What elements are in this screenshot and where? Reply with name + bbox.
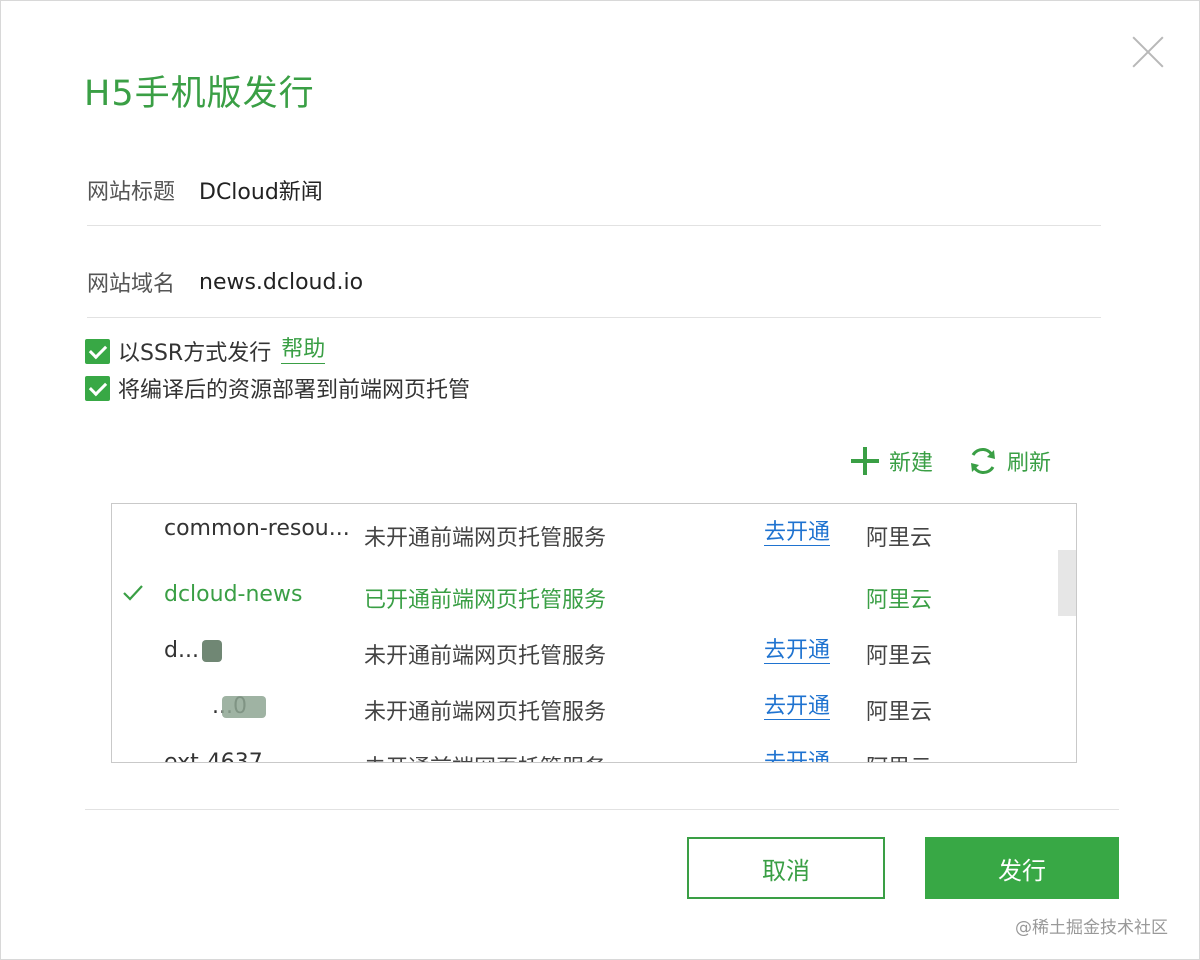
refresh-button[interactable]: 刷新: [967, 445, 1051, 477]
activate-link[interactable]: 去开通: [764, 520, 831, 547]
ssr-option: 以SSR方式发行 帮助: [85, 335, 326, 367]
space-name: common-resou...: [164, 516, 350, 541]
site-domain-input[interactable]: [199, 269, 899, 295]
space-toolbar: 新建 刷新: [849, 445, 1051, 477]
ssr-label: 以SSR方式发行: [118, 341, 272, 366]
deploy-label: 将编译后的资源部署到前端网页托管: [118, 378, 471, 403]
site-title-row: 网站标题: [87, 167, 1101, 213]
space-status: 未开通前端网页托管服务: [364, 750, 606, 762]
publish-button[interactable]: 发行: [925, 837, 1119, 899]
space-name: dcloud-news: [164, 582, 303, 607]
watermark: @稀土掘金技术社区: [1015, 918, 1168, 938]
site-domain-row: 网站域名: [87, 259, 1101, 305]
publish-dialog: H5手机版发行 网站标题 网站域名 以SSR方式发行 帮助 将编译后的资源部署到…: [0, 0, 1200, 960]
space-row[interactable]: common-resou... 未开通前端网页托管服务 去开通 阿里云: [112, 512, 1058, 568]
deploy-checkbox[interactable]: [85, 375, 110, 401]
space-provider: 阿里云: [866, 644, 933, 669]
activate-link[interactable]: 去开通: [764, 638, 831, 665]
space-row-selected[interactable]: dcloud-news 已开通前端网页托管服务 阿里云: [112, 568, 1058, 624]
activate-link[interactable]: 去开通: [764, 694, 831, 721]
dialog-title: H5手机版发行: [84, 74, 315, 114]
space-provider: 阿里云: [866, 526, 933, 551]
space-row[interactable]: ext-4637 未开通前端网页托管服务 去开通 阿里云: [112, 736, 1058, 763]
site-title-label: 网站标题: [87, 180, 176, 205]
divider: [87, 317, 1101, 318]
site-title-input[interactable]: [199, 177, 899, 203]
space-status: 未开通前端网页托管服务: [364, 526, 607, 551]
new-space-label: 新建: [889, 451, 934, 476]
deploy-option: 将编译后的资源部署到前端网页托管: [85, 372, 470, 404]
ssr-checkbox[interactable]: [85, 338, 110, 364]
space-row[interactable]: ...0 未开通前端网页托管服务 去开通 阿里云: [112, 680, 1058, 736]
ssr-help-link[interactable]: 帮助: [281, 338, 326, 364]
refresh-label: 刷新: [1007, 451, 1052, 476]
space-status: 未开通前端网页托管服务: [364, 644, 607, 669]
space-provider: 阿里云: [866, 588, 933, 613]
space-row[interactable]: d... 未开通前端网页托管服务 去开通 阿里云: [112, 624, 1058, 680]
scrollbar-thumb[interactable]: [1058, 550, 1076, 616]
redaction-mark: [202, 640, 222, 662]
space-provider: 阿里云: [866, 750, 932, 762]
space-name: ext-4637: [164, 750, 263, 763]
checkmark-icon: [122, 582, 144, 604]
footer-divider: [85, 809, 1119, 810]
space-status: 未开通前端网页托管服务: [364, 700, 607, 725]
cancel-button[interactable]: 取消: [687, 837, 885, 899]
activate-link[interactable]: 去开通: [764, 750, 830, 762]
space-status: 已开通前端网页托管服务: [364, 588, 607, 613]
space-list[interactable]: common-resou... 未开通前端网页托管服务 去开通 阿里云 dclo…: [111, 503, 1077, 763]
close-icon[interactable]: [1131, 35, 1165, 69]
refresh-icon: [971, 448, 996, 474]
site-domain-label: 网站域名: [87, 272, 176, 297]
redaction-mark: [222, 696, 266, 718]
list-scrollbar[interactable]: [1058, 504, 1076, 762]
plus-icon: [851, 447, 879, 475]
new-space-button[interactable]: 新建: [849, 445, 933, 477]
space-name: d...: [164, 638, 199, 663]
space-provider: 阿里云: [866, 700, 933, 725]
divider: [87, 225, 1101, 226]
